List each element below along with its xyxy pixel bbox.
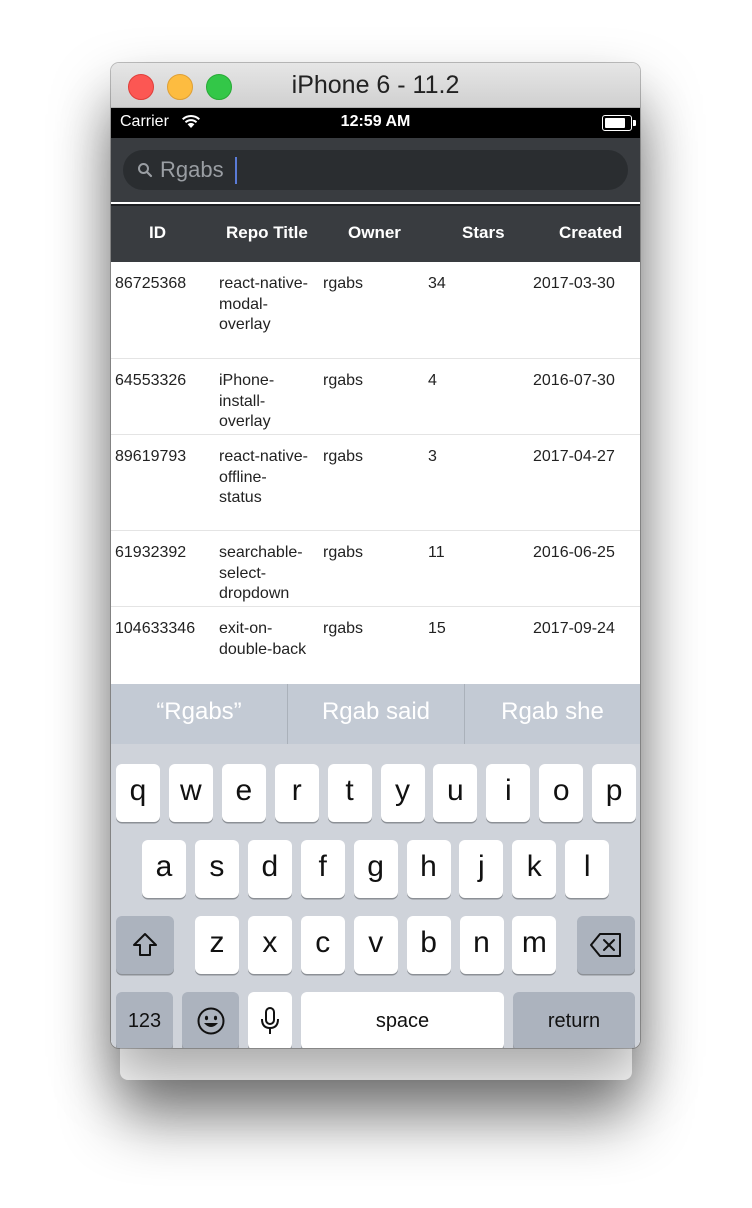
cell-id: 64553326 — [115, 372, 187, 389]
column-header-created[interactable]: Created — [559, 223, 622, 243]
key-u[interactable]: u — [433, 764, 478, 822]
cell-stars: 3 — [428, 448, 437, 465]
cell-id: 61932392 — [115, 544, 187, 561]
shift-icon — [130, 933, 160, 967]
cell-stars: 34 — [428, 275, 446, 292]
emoji-icon — [196, 1007, 226, 1043]
cell-owner: rgabs — [323, 620, 364, 637]
space-key[interactable]: space — [301, 992, 504, 1048]
cell-owner: rgabs — [323, 544, 364, 561]
cell-title: searchable- select- dropdown — [219, 544, 303, 602]
column-header-id[interactable]: ID — [149, 223, 166, 243]
key-x[interactable]: x — [247, 916, 292, 974]
simulator-window: iPhone 6 - 11.2 Carrier 12:59 AM Rgabs I… — [111, 63, 640, 1048]
return-key[interactable]: return — [513, 992, 635, 1048]
keyboard: 123 space return q w e r t y u i o p a s… — [111, 744, 640, 1048]
suggestion-2[interactable]: Rgab said — [288, 684, 464, 744]
predictive-bar: “Rgabs” Rgab said Rgab she — [111, 684, 640, 744]
cell-id: 89619793 — [115, 448, 187, 465]
key-m[interactable]: m — [512, 916, 557, 974]
key-j[interactable]: j — [459, 840, 504, 898]
key-v[interactable]: v — [353, 916, 398, 974]
key-h[interactable]: h — [406, 840, 451, 898]
key-f[interactable]: f — [300, 840, 345, 898]
key-l[interactable]: l — [565, 840, 610, 898]
cell-created: 2017-04-27 — [533, 448, 615, 465]
table-row[interactable]: 64553326 iPhone- install- overlay rgabs … — [111, 359, 640, 435]
key-n[interactable]: n — [459, 916, 504, 974]
microphone-icon — [260, 1007, 280, 1043]
cell-id: 86725368 — [115, 275, 187, 292]
title-bar: iPhone 6 - 11.2 — [111, 63, 640, 108]
cell-title: react-native- modal- overlay — [219, 275, 308, 333]
cell-created: 2017-03-30 — [533, 275, 615, 292]
window-title: iPhone 6 - 11.2 — [291, 71, 460, 99]
cell-stars: 15 — [428, 620, 446, 637]
key-g[interactable]: g — [353, 840, 398, 898]
cell-stars: 4 — [428, 372, 437, 389]
numbers-key[interactable]: 123 — [116, 992, 173, 1048]
key-d[interactable]: d — [247, 840, 292, 898]
emoji-key[interactable] — [182, 992, 239, 1048]
cell-title: exit-on- double-back — [219, 620, 307, 658]
delete-icon — [589, 932, 623, 965]
key-k[interactable]: k — [512, 840, 557, 898]
cell-stars: 11 — [428, 544, 445, 561]
battery-icon — [602, 115, 636, 131]
cell-title: react-native- offline- status — [219, 448, 308, 506]
cell-owner: rgabs — [323, 372, 364, 389]
key-i[interactable]: i — [486, 764, 531, 822]
cell-created: 2017-09-24 — [533, 620, 615, 637]
cell-owner: rgabs — [323, 275, 364, 292]
table-row[interactable]: 104633346 exit-on- double-back rgabs 15 … — [111, 607, 640, 683]
cell-owner: rgabs — [323, 448, 364, 465]
search-input[interactable] — [160, 157, 600, 183]
key-p[interactable]: p — [592, 764, 637, 822]
status-bar: Carrier 12:59 AM — [111, 108, 640, 138]
key-e[interactable]: e — [221, 764, 266, 822]
table-row[interactable]: 86725368 react-native- modal- overlay rg… — [111, 262, 640, 359]
status-time: 12:59 AM — [340, 113, 411, 130]
key-a[interactable]: a — [142, 840, 186, 898]
table-row[interactable]: 61932392 searchable- select- dropdown rg… — [111, 531, 640, 607]
shift-key[interactable] — [116, 916, 174, 974]
key-c[interactable]: c — [300, 916, 345, 974]
search-field[interactable] — [123, 150, 628, 190]
search-icon — [137, 162, 153, 183]
cell-title: iPhone- install- overlay — [219, 372, 275, 430]
key-y[interactable]: y — [380, 764, 425, 822]
text-cursor — [235, 157, 237, 184]
suggestion-3[interactable]: Rgab she — [465, 684, 640, 744]
delete-key[interactable] — [577, 916, 635, 974]
cell-id: 104633346 — [115, 620, 196, 637]
search-bar — [111, 138, 640, 202]
key-z[interactable]: z — [195, 916, 239, 974]
key-t[interactable]: t — [327, 764, 372, 822]
table-row[interactable]: 89619793 react-native- offline- status r… — [111, 435, 640, 531]
key-w[interactable]: w — [168, 764, 213, 822]
suggestion-1[interactable]: “Rgabs” — [111, 684, 287, 744]
key-r[interactable]: r — [274, 764, 319, 822]
table-header: ID Repo Title Owner Stars Created — [111, 204, 640, 262]
column-header-repo-title[interactable]: Repo Title — [226, 223, 308, 243]
key-o[interactable]: o — [539, 764, 584, 822]
dictation-key[interactable] — [248, 992, 292, 1048]
key-s[interactable]: s — [194, 840, 239, 898]
cell-created: 2016-07-30 — [533, 372, 615, 389]
key-q[interactable]: q — [116, 764, 160, 822]
key-b[interactable]: b — [406, 916, 451, 974]
device-screen: Carrier 12:59 AM Rgabs ID Repo Title Own… — [111, 108, 640, 1048]
cell-created: 2016-06-25 — [533, 544, 615, 561]
column-header-owner[interactable]: Owner — [348, 223, 401, 243]
column-header-stars[interactable]: Stars — [462, 223, 505, 243]
